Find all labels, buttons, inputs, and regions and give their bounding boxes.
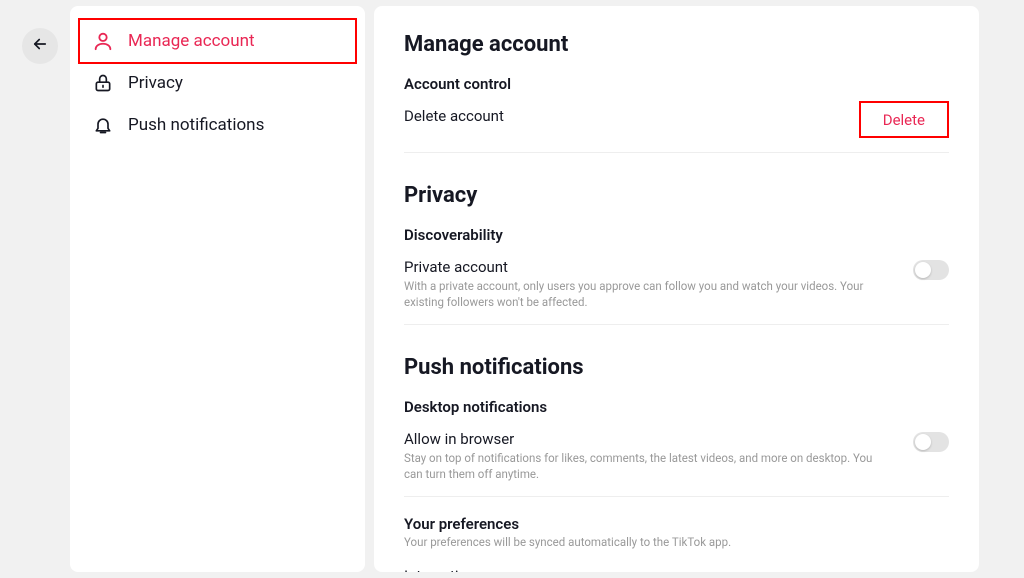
toggle-knob: [915, 434, 931, 450]
sidebar-item-label: Push notifications: [128, 115, 264, 135]
account-control-title: Account control: [404, 75, 949, 93]
bell-icon: [92, 114, 114, 136]
delete-button-highlight: Delete: [859, 101, 949, 138]
delete-button[interactable]: Delete: [871, 107, 937, 133]
preferences-desc: Your preferences will be synced automati…: [404, 535, 949, 549]
private-account-row: Private account With a private account, …: [404, 254, 949, 325]
allow-in-browser-label: Allow in browser: [404, 430, 893, 448]
sidebar-item-label: Privacy: [128, 73, 183, 93]
back-button[interactable]: [22, 28, 58, 64]
allow-in-browser-toggle[interactable]: [913, 432, 949, 452]
desktop-notifications-title: Desktop notifications: [404, 398, 949, 416]
preferences-title: Your preferences: [404, 515, 949, 533]
settings-sidebar: Manage account Privacy Push notification…: [70, 6, 365, 572]
sidebar-item-privacy[interactable]: Privacy: [80, 62, 355, 104]
section-title-privacy: Privacy: [404, 183, 949, 208]
user-icon: [92, 30, 114, 52]
private-account-desc: With a private account, only users you a…: [404, 278, 893, 310]
interactions-label: Interactions: [404, 567, 620, 572]
lock-icon: [92, 72, 114, 94]
discoverability-title: Discoverability: [404, 226, 949, 244]
section-title-manage: Manage account: [404, 32, 949, 57]
settings-main: Manage account Account control Delete ac…: [374, 6, 979, 572]
interactions-row[interactable]: Interactions Likes, comments, new follow…: [404, 567, 949, 572]
delete-account-label: Delete account: [404, 107, 839, 125]
sidebar-item-push-notifications[interactable]: Push notifications: [80, 104, 355, 146]
toggle-knob: [915, 262, 931, 278]
section-title-push: Push notifications: [404, 355, 949, 380]
private-account-toggle[interactable]: [913, 260, 949, 280]
arrow-left-icon: [31, 35, 49, 57]
sidebar-item-label: Manage account: [128, 31, 255, 51]
delete-account-row: Delete account Delete: [404, 103, 949, 153]
private-account-label: Private account: [404, 258, 893, 276]
allow-in-browser-desc: Stay on top of notifications for likes, …: [404, 450, 893, 482]
allow-in-browser-row: Allow in browser Stay on top of notifica…: [404, 426, 949, 497]
sidebar-item-manage-account[interactable]: Manage account: [78, 18, 357, 64]
preferences-block: Your preferences Your preferences will b…: [404, 515, 949, 549]
